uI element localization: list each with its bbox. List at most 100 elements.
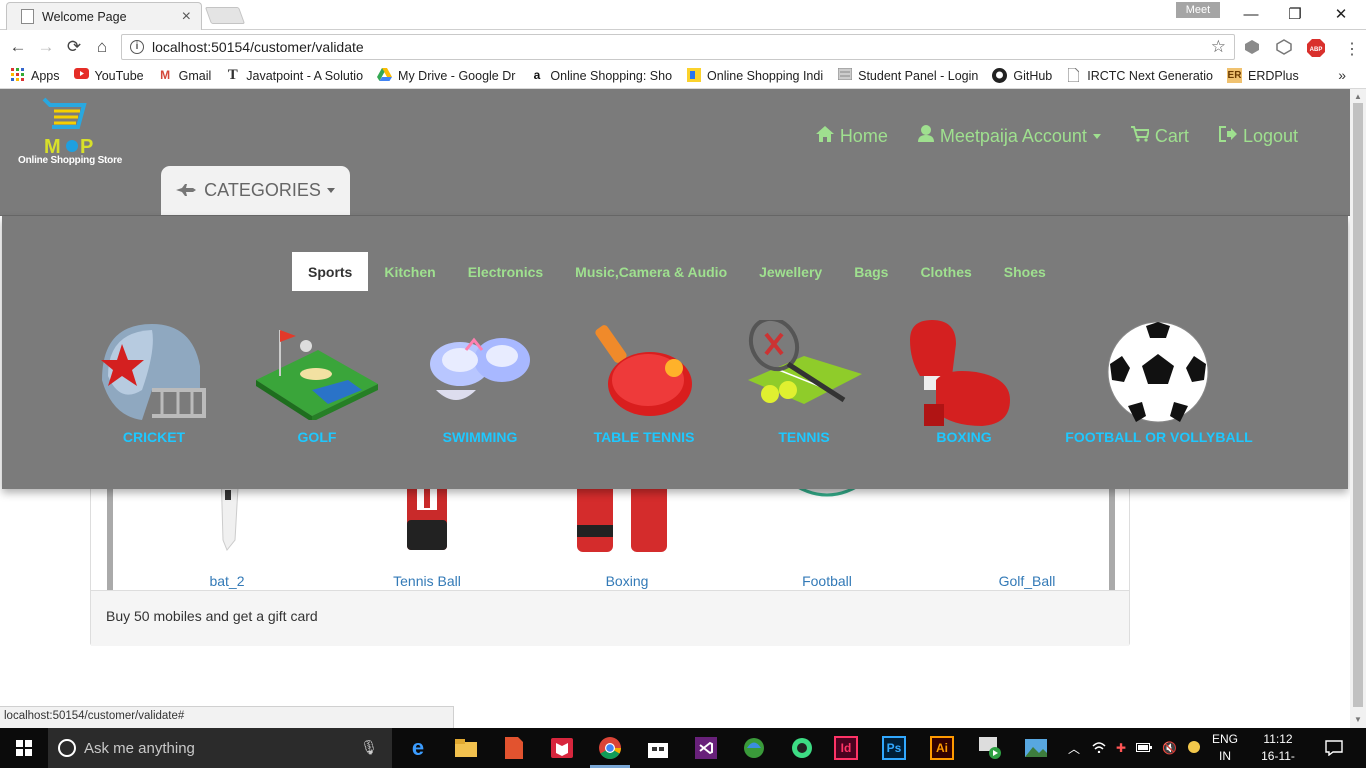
tab-kitchen[interactable]: Kitchen	[368, 252, 451, 291]
visual-studio-icon[interactable]	[692, 734, 720, 762]
sport-table-tennis[interactable]	[590, 320, 700, 420]
photos-icon[interactable]	[1022, 734, 1050, 762]
bookmark-google-drive[interactable]: My Drive - Google Dr	[377, 68, 515, 83]
close-tab-icon[interactable]: ×	[182, 8, 191, 26]
health-monitor-icon[interactable]: ✚	[1116, 741, 1126, 755]
bookmark-irctc[interactable]: IRCTC Next Generatio	[1066, 67, 1213, 83]
store-icon[interactable]	[644, 734, 672, 762]
action-center-icon[interactable]	[1320, 734, 1348, 762]
reader-icon[interactable]	[548, 734, 576, 762]
bookmark-javatpoint[interactable]: T Javatpoint - A Solutio	[225, 68, 363, 83]
android-studio-icon[interactable]	[788, 734, 816, 762]
reload-icon[interactable]: ⟳	[62, 35, 86, 59]
adblock-plus-icon[interactable]: ABP	[1307, 39, 1325, 57]
scroll-up-icon[interactable]: ▲	[1354, 92, 1362, 101]
product-name[interactable]: Boxing	[527, 573, 727, 589]
taskbar-clock[interactable]: 11:12 16-11-2016	[1248, 731, 1308, 768]
sport-label-football[interactable]: FOOTBALL OR VOLLYBALL	[1062, 429, 1256, 445]
bookmark-student-panel[interactable]: Student Panel - Login	[837, 67, 978, 83]
sport-label-table-tennis[interactable]: TABLE TENNIS	[582, 429, 706, 445]
extension-box-icon[interactable]	[1276, 39, 1292, 55]
language-code: ENG	[1211, 732, 1238, 746]
wps-presentation-icon[interactable]	[500, 734, 528, 762]
close-window-icon[interactable]: ✕	[1318, 0, 1364, 28]
new-tab-button[interactable]	[204, 7, 246, 24]
account-dropdown[interactable]: Meetpaija Account	[917, 125, 1101, 147]
sport-label-tennis[interactable]: TENNIS	[744, 429, 864, 445]
more-bookmarks-chevron-icon[interactable]: »	[1338, 67, 1346, 83]
bookmark-apps[interactable]: Apps	[10, 68, 60, 83]
bookmark-youtube[interactable]: YouTube	[73, 68, 144, 83]
sport-swimming[interactable]	[426, 320, 534, 410]
network-globe-icon[interactable]	[740, 734, 768, 762]
extension-cube-icon[interactable]	[1244, 39, 1260, 55]
browser-tab[interactable]: Welcome Page ×	[6, 2, 202, 30]
tab-clothes[interactable]: Clothes	[904, 252, 987, 291]
home-icon	[815, 125, 834, 147]
photoshop-icon[interactable]: Ps	[882, 736, 906, 760]
sport-golf[interactable]	[252, 320, 382, 420]
tab-bags[interactable]: Bags	[838, 252, 904, 291]
bookmark-gmail[interactable]: M Gmail	[158, 68, 211, 83]
address-bar[interactable]: i localhost:50154/customer/validate ☆	[121, 34, 1235, 60]
bookmark-github[interactable]: GitHub	[992, 68, 1052, 83]
product-name[interactable]: bat_2	[127, 573, 327, 589]
back-arrow-icon[interactable]: ←	[6, 35, 30, 59]
language-indicator[interactable]: ENG IN	[1210, 731, 1240, 765]
tab-electronics[interactable]: Electronics	[452, 252, 559, 291]
chrome-icon[interactable]	[596, 734, 624, 762]
sport-label-boxing[interactable]: BOXING	[906, 429, 1022, 445]
forward-arrow-icon[interactable]: →	[34, 35, 58, 59]
cart-link[interactable]: Cart	[1130, 125, 1189, 147]
sport-label-cricket[interactable]: CRICKET	[92, 429, 216, 445]
bookmark-star-icon[interactable]: ☆	[1211, 37, 1226, 57]
sport-label-swimming[interactable]: SWIMMING	[426, 429, 534, 445]
edge-icon[interactable]: e	[404, 734, 432, 762]
profile-badge[interactable]: Meet	[1176, 2, 1220, 18]
tab-sports[interactable]: Sports	[292, 252, 369, 291]
microphone-icon[interactable]: 🎙	[360, 739, 378, 756]
illustrator-icon[interactable]: Ai	[930, 736, 954, 760]
minimize-icon[interactable]: —	[1228, 0, 1274, 28]
url-text[interactable]: localhost:50154/customer/validate	[152, 39, 1211, 55]
home-link[interactable]: Home	[815, 125, 888, 147]
bookmark-flipkart[interactable]: Online Shopping Indi	[686, 68, 823, 83]
store-logo[interactable]: M P Online Shopping Store	[18, 97, 128, 167]
bookmark-erdplus[interactable]: ER ERDPlus	[1226, 68, 1299, 83]
sport-tennis[interactable]	[744, 320, 868, 410]
page-scrollbar[interactable]: ▲ ▼	[1350, 89, 1366, 728]
page-viewport: bat_2 Tennis Ball Boxing Football Golf_B…	[0, 89, 1350, 728]
weather-icon[interactable]	[1187, 740, 1201, 757]
product-name[interactable]: Golf_Ball	[927, 573, 1127, 589]
logout-link[interactable]: Logout	[1218, 125, 1298, 147]
show-hidden-icons-chevron-icon[interactable]: ︿	[1068, 740, 1080, 757]
product-name[interactable]: Tennis Ball	[327, 573, 527, 589]
volume-muted-icon[interactable]: 🔇	[1162, 741, 1177, 755]
chrome-menu-icon[interactable]: ⋮	[1344, 39, 1360, 58]
scroll-down-icon[interactable]: ▼	[1354, 715, 1362, 724]
categories-dropdown-button[interactable]: CATEGORIES	[161, 166, 350, 215]
javatpoint-icon: T	[227, 67, 238, 83]
restore-icon[interactable]: ❐	[1272, 0, 1318, 28]
sport-boxing[interactable]	[906, 320, 1016, 432]
tab-music-camera-audio[interactable]: Music,Camera & Audio	[559, 252, 743, 291]
wifi-icon[interactable]	[1092, 741, 1106, 756]
sport-football[interactable]	[1106, 320, 1210, 424]
site-info-icon[interactable]: i	[130, 40, 144, 54]
windows-start-icon[interactable]	[0, 728, 48, 768]
indesign-icon[interactable]: Id	[834, 736, 858, 760]
tab-jewellery[interactable]: Jewellery	[743, 252, 838, 291]
cortana-search-box[interactable]: Ask me anything 🎙	[48, 728, 392, 768]
media-player-icon[interactable]	[976, 734, 1004, 762]
battery-icon[interactable]	[1136, 741, 1153, 755]
cortana-icon	[58, 739, 76, 757]
file-explorer-icon[interactable]	[452, 734, 480, 762]
product-name[interactable]: Football	[727, 573, 927, 589]
home-icon[interactable]: ⌂	[90, 35, 114, 59]
browser-tab-strip: Welcome Page × Meet — ❐ ✕	[0, 0, 1366, 30]
scroll-thumb[interactable]	[1353, 103, 1363, 707]
sport-label-golf[interactable]: GOLF	[252, 429, 382, 445]
bookmark-amazon[interactable]: a Online Shopping: Sho	[529, 68, 672, 83]
tab-shoes[interactable]: Shoes	[988, 252, 1062, 291]
sport-cricket[interactable]	[92, 320, 212, 426]
